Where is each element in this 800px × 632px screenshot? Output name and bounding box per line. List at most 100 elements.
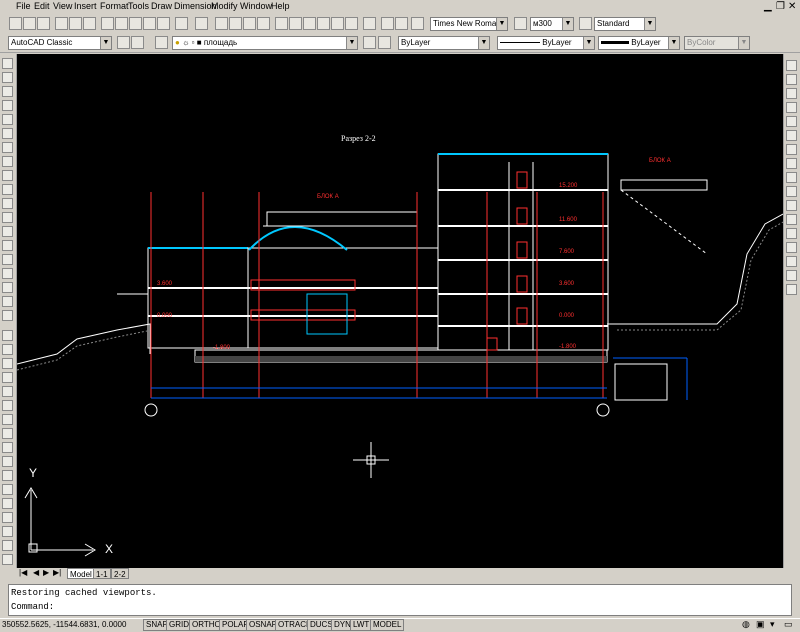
cut-icon[interactable]	[101, 17, 114, 30]
tray-settings-icon[interactable]: ▾	[770, 619, 775, 630]
polygon-icon[interactable]	[2, 100, 13, 111]
layer-combo[interactable]: ● ☼ ▫ ■ площадь ▼	[172, 36, 358, 50]
tab-layout-1-1[interactable]: 1-1	[93, 568, 111, 579]
make-block-icon[interactable]	[2, 226, 13, 237]
menu-help[interactable]: Help	[271, 1, 290, 11]
layer-previous-icon[interactable]	[378, 36, 391, 49]
lock-icon[interactable]: ▣	[756, 619, 765, 630]
trim-icon[interactable]	[2, 456, 13, 467]
mtext-icon[interactable]	[2, 310, 13, 321]
text-style-icon[interactable]	[381, 17, 394, 30]
sheet-set-icon[interactable]	[317, 17, 330, 30]
insert-block-icon[interactable]	[2, 212, 13, 223]
menu-draw[interactable]: Draw	[151, 1, 172, 11]
join-icon[interactable]	[2, 512, 13, 523]
lwt-toggle[interactable]: LWT	[350, 619, 373, 631]
point-icon[interactable]	[2, 240, 13, 251]
tool-palettes-icon[interactable]	[303, 17, 316, 30]
snap-intersection-icon[interactable]	[786, 116, 797, 127]
stretch-icon[interactable]	[2, 442, 13, 453]
copy-object-icon[interactable]	[2, 344, 13, 355]
menu-insert[interactable]: Insert	[74, 1, 97, 11]
snap-tangent-icon[interactable]	[786, 186, 797, 197]
pan-icon[interactable]	[215, 17, 228, 30]
tab-nav-prev-icon[interactable]: ◀	[33, 568, 39, 577]
preview-icon[interactable]	[69, 17, 82, 30]
command-prompt[interactable]: Command:	[11, 602, 54, 612]
rectangle-icon[interactable]	[2, 114, 13, 125]
scale-icon[interactable]	[2, 428, 13, 439]
snap-insert-icon[interactable]	[786, 228, 797, 239]
dim-style-icon[interactable]	[395, 17, 408, 30]
extend-icon[interactable]	[2, 470, 13, 481]
circle-icon[interactable]	[2, 142, 13, 153]
text-height-combo[interactable]: м300 ▼	[530, 17, 574, 31]
zoom-window-icon[interactable]	[243, 17, 256, 30]
block-editor-icon[interactable]	[157, 17, 170, 30]
drawing-canvas[interactable]: Разрез 2-2 БЛОК А БЛОК А 15.200 11.600 7…	[17, 54, 783, 568]
menu-view[interactable]: View	[53, 1, 72, 11]
snap-quadrant-icon[interactable]	[786, 172, 797, 183]
snap-temp-icon[interactable]	[786, 60, 797, 71]
tab-model[interactable]: Model	[67, 568, 95, 579]
gradient-icon[interactable]	[2, 268, 13, 279]
restore-icon[interactable]: ❐	[776, 1, 785, 12]
mirror-icon[interactable]	[2, 358, 13, 369]
menu-format[interactable]: Format	[100, 1, 129, 11]
paste-icon[interactable]	[129, 17, 142, 30]
hatch-icon[interactable]	[2, 254, 13, 265]
snap-center-icon[interactable]	[786, 158, 797, 169]
matchprop-icon[interactable]	[143, 17, 156, 30]
linetype-combo[interactable]: ByLayer ▼	[497, 36, 595, 50]
offset-icon[interactable]	[2, 372, 13, 383]
undo-icon[interactable]	[175, 17, 188, 30]
spline-icon[interactable]	[2, 170, 13, 181]
snap-none-icon[interactable]	[786, 270, 797, 281]
plot-icon[interactable]	[55, 17, 68, 30]
ellipse-arc-icon[interactable]	[2, 198, 13, 209]
line-icon[interactable]	[2, 58, 13, 69]
arc-icon[interactable]	[2, 128, 13, 139]
close-icon[interactable]: ✕	[788, 1, 796, 12]
rotate-icon[interactable]	[2, 414, 13, 425]
snap-perpendicular-icon[interactable]	[786, 200, 797, 211]
workspace-save-icon[interactable]	[131, 36, 144, 49]
workspace-combo[interactable]: AutoCAD Classic ▼	[8, 36, 112, 50]
layer-manager-icon[interactable]	[155, 36, 168, 49]
explode-icon[interactable]	[2, 554, 13, 565]
design-center-icon[interactable]	[289, 17, 302, 30]
text-height-icon[interactable]	[514, 17, 527, 30]
color-combo[interactable]: ByLayer ▼	[398, 36, 490, 50]
tab-layout-2-2[interactable]: 2-2	[111, 568, 129, 579]
tab-nav-next-icon[interactable]: ▶	[43, 568, 49, 577]
array-icon[interactable]	[2, 386, 13, 397]
break-point-icon[interactable]	[2, 484, 13, 495]
make-current-icon[interactable]	[363, 36, 376, 49]
command-window[interactable]: Restoring cached viewports. Command:	[8, 584, 792, 616]
zoom-realtime-icon[interactable]	[229, 17, 242, 30]
save-icon[interactable]	[37, 17, 50, 30]
break-icon[interactable]	[2, 498, 13, 509]
lineweight-combo[interactable]: ByLayer ▼	[598, 36, 680, 50]
tab-nav-last-icon[interactable]: ▶|	[53, 568, 61, 577]
chamfer-icon[interactable]	[2, 526, 13, 537]
workspace-settings-icon[interactable]	[117, 36, 130, 49]
zoom-previous-icon[interactable]	[257, 17, 270, 30]
style-combo[interactable]: Standard ▼	[594, 17, 656, 31]
plotstyle-combo[interactable]: ByColor ▼	[684, 36, 750, 50]
menu-window[interactable]: Window	[240, 1, 272, 11]
publish-icon[interactable]	[83, 17, 96, 30]
copy-icon[interactable]	[115, 17, 128, 30]
font-combo[interactable]: Times New Roman ▼	[430, 17, 508, 31]
menu-edit[interactable]: Edit	[34, 1, 50, 11]
erase-icon[interactable]	[2, 330, 13, 341]
new-icon[interactable]	[9, 17, 22, 30]
snap-nearest-icon[interactable]	[786, 256, 797, 267]
snap-from-icon[interactable]	[786, 74, 797, 85]
model-toggle[interactable]: MODEL	[370, 619, 405, 631]
revcloud-icon[interactable]	[2, 156, 13, 167]
fillet-icon[interactable]	[2, 540, 13, 551]
open-icon[interactable]	[23, 17, 36, 30]
snap-midpoint-icon[interactable]	[786, 102, 797, 113]
snap-endpoint-icon[interactable]	[786, 88, 797, 99]
